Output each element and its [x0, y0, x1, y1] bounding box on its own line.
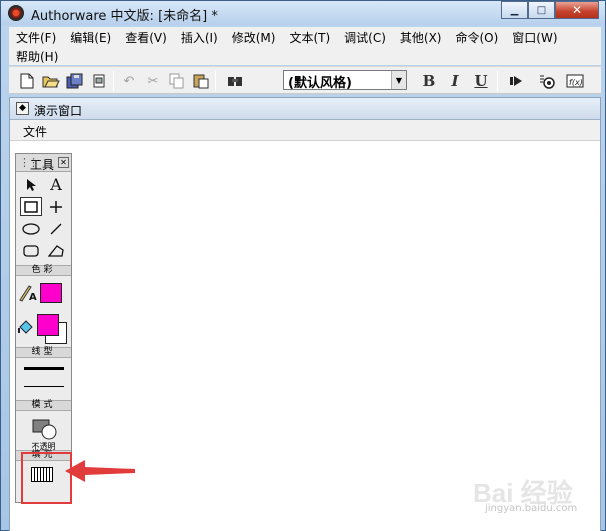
window-title: Authorware 中文版: [未命名] * [31, 9, 218, 24]
menu-help[interactable]: 帮助(H) [9, 46, 65, 65]
bold-button[interactable]: B [419, 71, 439, 91]
pointer-tool-icon[interactable] [20, 175, 42, 194]
rectangle-tool-icon[interactable] [20, 197, 42, 216]
line-style-thick[interactable] [24, 367, 64, 370]
close-icon[interactable]: ✕ [58, 157, 69, 168]
pen-color-swatch[interactable] [40, 283, 62, 303]
close-button[interactable]: ✕ [555, 1, 599, 19]
line-tool-icon[interactable] [45, 219, 67, 238]
title-bar[interactable]: Authorware 中文版: [未命名] * ▁ □ ✕ [1, 1, 605, 25]
tool-palette-title: 工具 [30, 158, 55, 172]
chevron-down-icon[interactable]: ▼ [391, 71, 406, 89]
menu-text[interactable]: 文本(T) [282, 27, 337, 46]
menu-insert[interactable]: 插入(I) [174, 27, 225, 46]
fill-foreground-color-swatch[interactable] [37, 314, 59, 336]
italic-button[interactable]: I [445, 71, 465, 91]
underline-button[interactable]: U [471, 71, 491, 91]
presentation-window-titlebar[interactable]: ◆ 演示窗口 [10, 98, 600, 120]
opaque-mode-icon[interactable] [32, 419, 62, 441]
import-icon[interactable] [89, 71, 109, 91]
tool-palette-header[interactable]: ⋮⋮ 工具 ✕ [16, 154, 71, 172]
toolbar-separator [497, 71, 498, 91]
svg-text:A: A [29, 292, 37, 302]
presentation-window-title: 演示窗口 [34, 104, 83, 118]
baidu-watermark: Bai 经验 jingyan.baidu.com [473, 471, 603, 526]
authorware-app-icon[interactable] [8, 5, 24, 21]
watermark-url: jingyan.baidu.com [485, 503, 578, 514]
rounded-rectangle-tool-icon[interactable] [20, 241, 42, 260]
find-icon[interactable] [225, 71, 245, 91]
copy-icon[interactable] [167, 71, 187, 91]
cut-icon[interactable]: ✂ [143, 71, 163, 91]
menu-command[interactable]: 命令(O) [448, 27, 505, 46]
functions-icon[interactable]: f(x) [565, 71, 585, 91]
fill-bucket-icon[interactable] [16, 317, 36, 336]
polygon-tool-icon[interactable] [45, 241, 67, 260]
app-window: Authorware 中文版: [未命名] * ▁ □ ✕ 文件(F) 编辑(E… [0, 0, 606, 531]
window-controls: ▁ □ ✕ [501, 1, 599, 19]
menu-bar: 文件(F) 编辑(E) 查看(V) 插入(I) 修改(M) 文本(T) 调试(C… [9, 27, 601, 65]
maximize-button[interactable]: □ [528, 1, 555, 19]
color-section-label: 色彩 [16, 265, 71, 276]
menu-edit[interactable]: 编辑(E) [63, 27, 118, 46]
open-file-icon[interactable] [41, 71, 61, 91]
menu-modify[interactable]: 修改(M) [225, 27, 283, 46]
style-dropdown-value: (默认风格) [288, 76, 352, 91]
menu-row: 文件(F) 编辑(E) 查看(V) 插入(I) 修改(M) 文本(T) 调试(C… [9, 27, 565, 46]
paste-icon[interactable] [191, 71, 211, 91]
style-dropdown[interactable]: (默认风格) ▼ [283, 70, 407, 91]
minimize-button[interactable]: ▁ [501, 1, 528, 19]
control-panel-icon[interactable] [537, 71, 557, 91]
text-tool-icon[interactable]: A [45, 175, 67, 194]
main-toolbar: ↶ ✂ (默认风格) ▼ B I U f(x) [9, 66, 601, 94]
menu-row: 帮助(H) [9, 46, 65, 65]
presentation-menu-file[interactable]: 文件 [23, 123, 47, 140]
toolbar-separator [113, 71, 114, 91]
menu-other[interactable]: 其他(X) [393, 27, 449, 46]
restart-play-icon[interactable] [507, 71, 527, 91]
menu-window[interactable]: 窗口(W) [505, 27, 564, 46]
toolbar-separator [215, 71, 216, 91]
menu-file[interactable]: 文件(F) [9, 27, 63, 46]
mode-section-label: 模式 [16, 400, 71, 411]
presentation-window-icon: ◆ [16, 102, 29, 115]
new-file-icon[interactable] [17, 71, 37, 91]
menu-view[interactable]: 查看(V) [118, 27, 174, 46]
svg-text:f(x): f(x) [569, 78, 583, 87]
undo-icon[interactable]: ↶ [119, 71, 139, 91]
line-section-label: 线型 [16, 347, 71, 358]
annotation-arrow-icon [65, 460, 135, 482]
crosshair-tool-icon[interactable] [45, 197, 67, 216]
save-all-icon[interactable] [65, 71, 85, 91]
tool-palette: ⋮⋮ 工具 ✕ A 色彩 A 线型 模式 不透明 填充 [15, 153, 72, 503]
line-style-thin[interactable] [24, 386, 64, 387]
ellipse-tool-icon[interactable] [20, 219, 42, 238]
pen-text-color-icon[interactable]: A [18, 282, 38, 302]
menu-debug[interactable]: 调试(C) [337, 27, 393, 46]
presentation-window-menu: 文件 [10, 120, 600, 141]
